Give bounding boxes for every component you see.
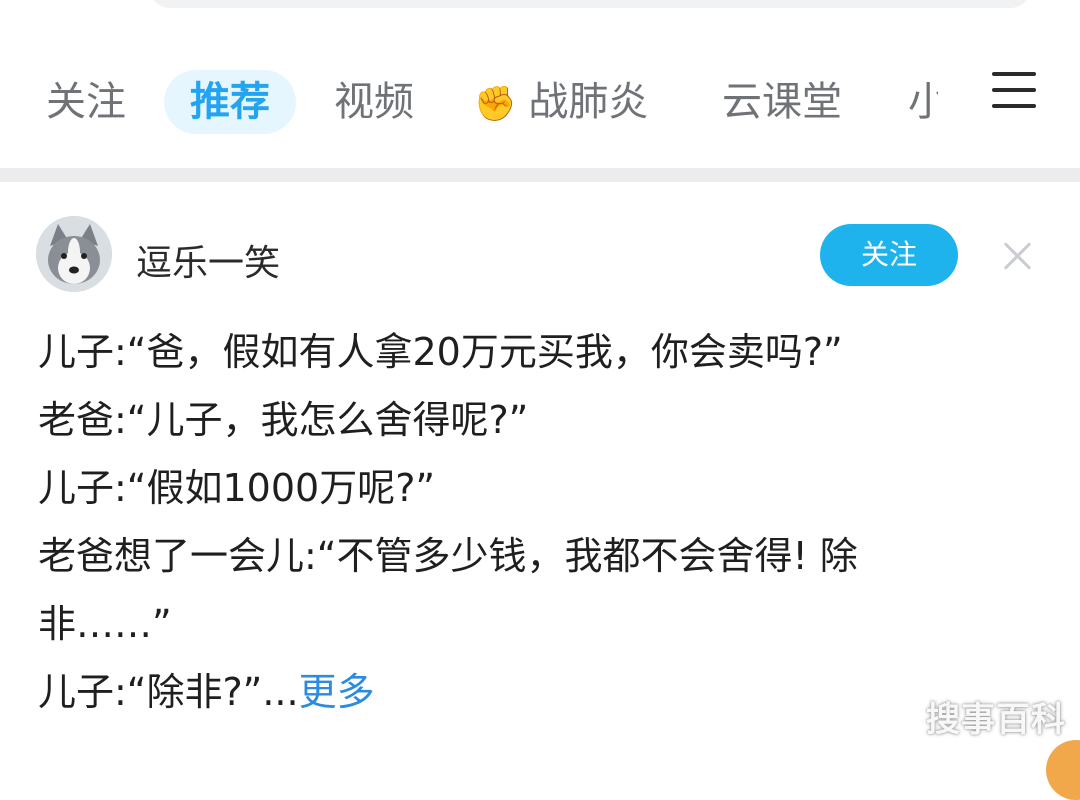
watermark-logo: 搜事百科 (926, 700, 1066, 740)
tab-follow[interactable]: 关注 (46, 70, 126, 134)
channel-tab-bar: 关注 推荐 视频 ✊ 战肺炎 云课堂 小 (0, 40, 1080, 150)
post-line: 儿子:“爸，假如有人拿20万元买我，你会卖吗?” (38, 330, 843, 374)
menu-icon[interactable] (992, 70, 1036, 110)
search-bar[interactable] (150, 0, 1030, 8)
fist-icon: ✊ (474, 84, 517, 124)
tab-video[interactable]: 视频 (334, 70, 414, 134)
author-name[interactable]: 逗乐一笑 (136, 234, 280, 286)
tab-recommend[interactable]: 推荐 (164, 70, 296, 134)
tab-cloud-class[interactable]: 云课堂 (722, 70, 842, 134)
feed-post: 逗乐一笑 关注 儿子:“爸，假如有人拿20万元买我，你会卖吗?” 老爸:“儿子，… (0, 182, 1080, 778)
post-last-line: 儿子:“除非?”...更多 (38, 658, 1038, 726)
avatar[interactable] (36, 216, 112, 292)
post-line: 儿子:“假如1000万呢?” (38, 466, 436, 510)
post-line: 老爸想了一会儿:“不管多少钱，我都不会舍得! 除 (38, 534, 858, 578)
tab-fight-pneumonia[interactable]: ✊ 战肺炎 (474, 70, 648, 134)
close-icon[interactable] (1002, 240, 1034, 272)
tab-small[interactable]: 小 (908, 70, 938, 134)
post-line: 老爸:“儿子，我怎么舍得呢?” (38, 398, 529, 442)
more-link[interactable]: 更多 (299, 670, 375, 714)
husky-avatar-icon (36, 216, 112, 292)
post-line-text: 儿子:“除非?”... (38, 670, 299, 714)
follow-button[interactable]: 关注 (820, 224, 958, 286)
post-line: 非……” (38, 602, 172, 646)
section-divider (0, 168, 1080, 182)
tab-fight-pneumonia-label: 战肺炎 (528, 79, 649, 125)
post-content[interactable]: 儿子:“爸，假如有人拿20万元买我，你会卖吗?” 老爸:“儿子，我怎么舍得呢?”… (38, 318, 1038, 726)
